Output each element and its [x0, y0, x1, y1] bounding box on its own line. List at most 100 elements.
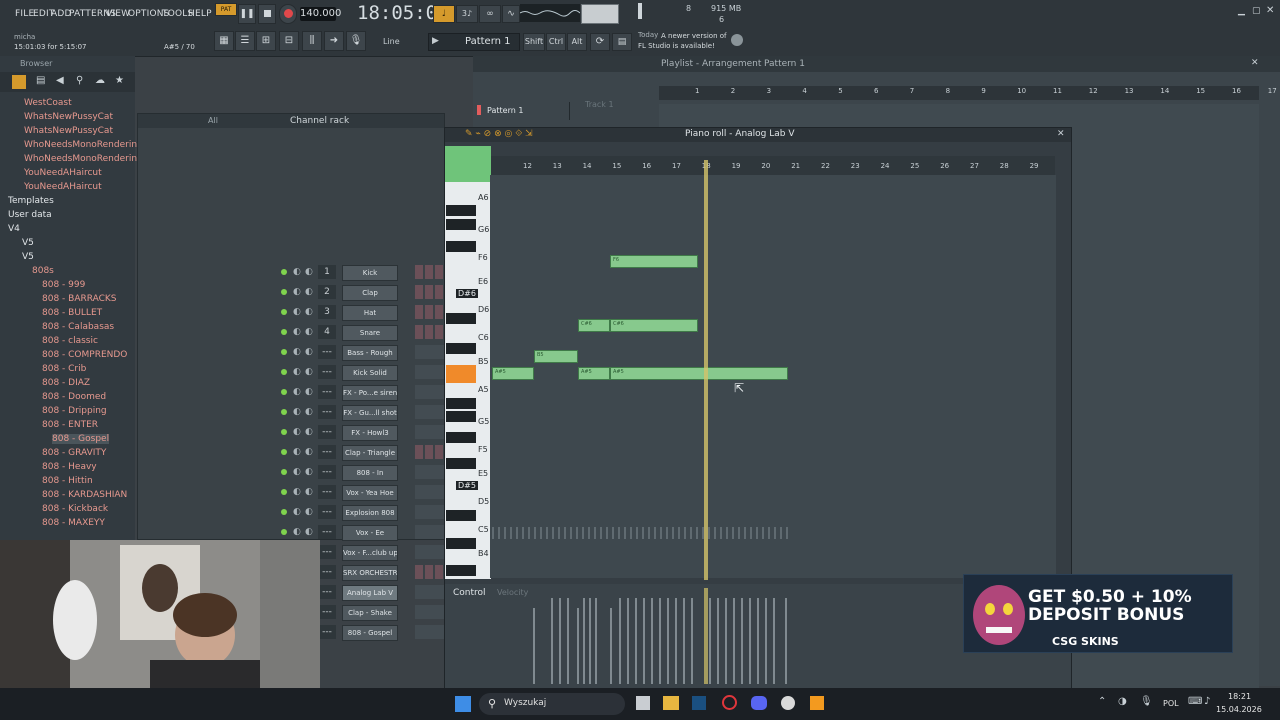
channel-name-button[interactable]: Snare [342, 325, 398, 341]
channel-mixer-track[interactable]: --- [318, 345, 336, 359]
tray-time[interactable]: 18:21 [1228, 692, 1251, 701]
toolbar-tool-1[interactable]: ▦ [214, 31, 234, 51]
browser-item[interactable]: 808 - Hittin [42, 476, 93, 486]
playlist-close-icon[interactable]: ✕ [1251, 58, 1259, 68]
channel-mute-led[interactable] [281, 329, 287, 335]
metronome-button[interactable]: ♩ [433, 5, 455, 23]
channel-mixer-track[interactable]: --- [318, 465, 336, 479]
playlist-pattern-slot[interactable]: Pattern 1 [473, 102, 570, 120]
channel-mute-led[interactable] [281, 489, 287, 495]
channel-name-button[interactable]: Vox - Yea Hoe [342, 485, 398, 501]
channel-volume-knob-icon[interactable]: ◐ [305, 307, 313, 317]
channel-mixer-track[interactable]: --- [318, 385, 336, 399]
ad-banner[interactable]: GET $0.50 + 10% DEPOSIT BONUS CSG SKINS [963, 574, 1233, 653]
channel-name-button[interactable]: Clap [342, 285, 398, 301]
ctrl-key-button[interactable]: Ctrl [546, 33, 566, 51]
tray-network-icon[interactable]: ⌨ [1188, 696, 1202, 707]
channel-mixer-track[interactable]: --- [318, 525, 336, 539]
channel-mixer-track[interactable]: --- [318, 445, 336, 459]
pr-note[interactable]: C#6 [578, 319, 610, 332]
tray-chevron-icon[interactable]: ⌃ [1098, 696, 1106, 707]
channel-mute-led[interactable] [281, 289, 287, 295]
channel-mixer-track[interactable]: --- [318, 605, 336, 619]
channel-mute-led[interactable] [281, 529, 287, 535]
channel-name-button[interactable]: SRX ORCHESTRA [342, 565, 398, 581]
pr-note[interactable]: C#6 [610, 319, 698, 332]
channel-mixer-track[interactable]: --- [318, 405, 336, 419]
browser-item[interactable]: 808 - Calabasas [42, 322, 114, 332]
browser-item[interactable]: 808s [32, 266, 54, 276]
channel-mixer-track[interactable]: --- [318, 585, 336, 599]
browser-star-icon[interactable]: ★ [115, 75, 124, 86]
pr-control-label[interactable]: Control [453, 588, 486, 598]
browser-item[interactable]: 808 - Crib [42, 364, 86, 374]
channel-name-button[interactable]: Clap - Triangle [342, 445, 398, 461]
browser-item[interactable]: V4 [8, 224, 20, 234]
channel-mixer-track[interactable]: --- [318, 625, 336, 639]
browser-item[interactable]: WestCoast [24, 98, 72, 108]
channel-pan-knob-icon[interactable]: ◐ [293, 387, 301, 397]
channel-volume-knob-icon[interactable]: ◐ [305, 267, 313, 277]
browser-cloud-icon[interactable]: ☁ [95, 75, 105, 86]
channel-name-button[interactable]: Analog Lab V [342, 585, 398, 601]
channel-volume-knob-icon[interactable]: ◐ [305, 467, 313, 477]
pr-black-key[interactable] [446, 458, 476, 469]
pr-playhead[interactable] [704, 160, 708, 580]
channel-volume-knob-icon[interactable]: ◐ [305, 407, 313, 417]
pr-black-key[interactable] [446, 313, 476, 324]
tray-volume-icon[interactable]: ♪ [1204, 696, 1210, 707]
browser-item[interactable]: User data [8, 210, 52, 220]
browser-item[interactable]: YouNeedAHaircut [24, 168, 102, 178]
piano-roll-close-icon[interactable]: ✕ [1057, 129, 1065, 139]
browser-item[interactable]: WhatsNewPussyCat [24, 112, 113, 122]
channel-name-button[interactable]: Vox - Ee [342, 525, 398, 541]
channel-mute-led[interactable] [281, 449, 287, 455]
channel-volume-knob-icon[interactable]: ◐ [305, 447, 313, 457]
channel-name-button[interactable]: FX - Howl3 [342, 425, 398, 441]
chrome-icon[interactable] [781, 696, 795, 710]
channel-volume-knob-icon[interactable]: ◐ [305, 427, 313, 437]
play-button[interactable]: ❚❚ [238, 4, 256, 24]
channel-volume-knob-icon[interactable]: ◐ [305, 327, 313, 337]
channel-name-button[interactable]: 808 - Gospel [342, 625, 398, 641]
record-button[interactable] [279, 4, 297, 24]
browser-item[interactable]: V5 [22, 252, 34, 262]
loop-record-button[interactable]: ∞ [479, 5, 501, 23]
toolbar-tool-6[interactable]: ➜ [324, 31, 344, 51]
steam-icon[interactable] [692, 696, 706, 710]
browser-item[interactable]: 808 - ENTER [42, 420, 98, 430]
fl-studio-icon[interactable] [810, 696, 824, 710]
channel-pan-knob-icon[interactable]: ◐ [293, 527, 301, 537]
channel-mixer-track[interactable]: --- [318, 505, 336, 519]
browser-item[interactable]: Templates [8, 196, 54, 206]
pr-note[interactable]: B5 [534, 350, 578, 363]
channel-pan-knob-icon[interactable]: ◐ [293, 447, 301, 457]
channel-pan-knob-icon[interactable]: ◐ [293, 287, 301, 297]
tray-date[interactable]: 15.04.2026 [1216, 705, 1262, 714]
channel-mute-led[interactable] [281, 369, 287, 375]
pr-note[interactable]: A#5 [610, 367, 788, 380]
task-view-icon[interactable] [636, 696, 650, 710]
channel-mixer-track[interactable]: 1 [318, 265, 336, 279]
channel-name-button[interactable]: Bass - Rough [342, 345, 398, 361]
channel-name-button[interactable]: Vox - F...club up [342, 545, 398, 561]
channel-name-button[interactable]: Hat [342, 305, 398, 321]
channel-pan-knob-icon[interactable]: ◐ [293, 327, 301, 337]
pattern-selector[interactable]: ▶ Pattern 1 [428, 33, 520, 51]
browser-item[interactable]: 808 - Doomed [42, 392, 106, 402]
close-icon[interactable]: ✕ [1266, 5, 1274, 16]
tray-app-icon[interactable]: ◑ [1118, 696, 1127, 707]
browser-item[interactable]: 808 - classic [42, 336, 98, 346]
channel-mixer-track[interactable]: 3 [318, 305, 336, 319]
windows-start-icon[interactable] [455, 696, 471, 712]
channel-mute-led[interactable] [281, 309, 287, 315]
browser-item[interactable]: 808 - 999 [42, 280, 85, 290]
channel-pan-knob-icon[interactable]: ◐ [293, 427, 301, 437]
browser-item[interactable]: 808 - BARRACKS [42, 294, 117, 304]
channel-name-button[interactable]: Clap - Shake [342, 605, 398, 621]
pr-black-key[interactable] [446, 398, 476, 409]
browser-item[interactable]: 808 - MAXEYY [42, 518, 105, 528]
channel-volume-knob-icon[interactable]: ◐ [305, 507, 313, 517]
pr-tool-preview[interactable] [445, 146, 491, 182]
playlist-timeline[interactable]: 1 2 3 4 5 6 7 8 9 10 11 12 13 14 15 16 17 [659, 86, 1277, 100]
